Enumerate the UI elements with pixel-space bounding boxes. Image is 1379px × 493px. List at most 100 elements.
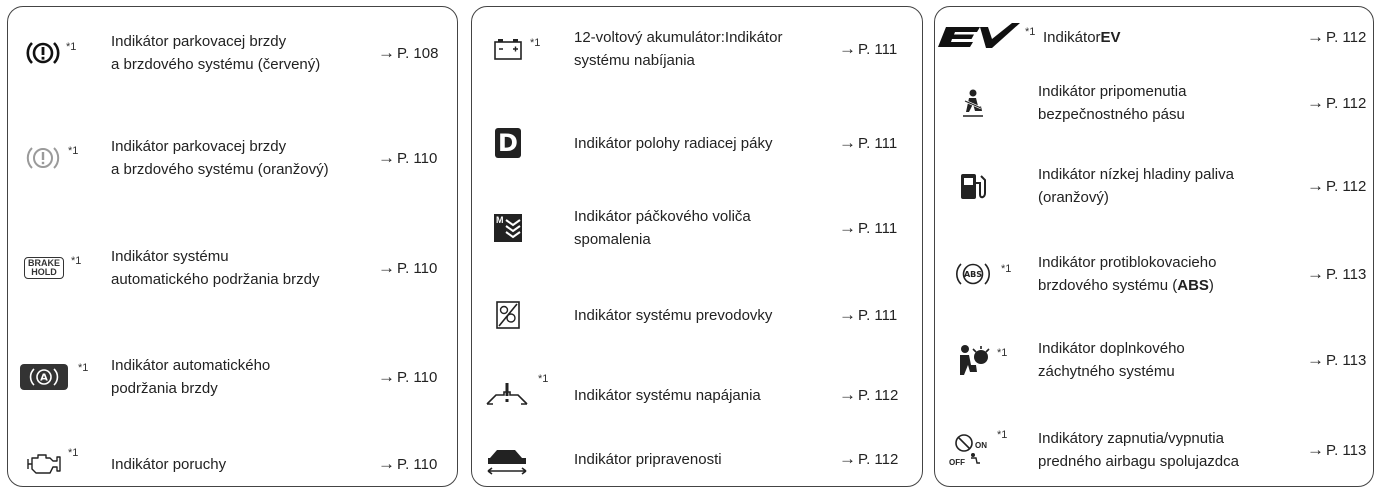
arrow-right-icon: → [1307,350,1324,369]
passenger-airbag-on-off-icon: ON OFF [947,415,999,485]
arrow-right-icon: → [1307,27,1324,46]
indicator-label: Indikátor doplnkového záchytného systému [1038,340,1185,380]
page-reference[interactable]: → P. 111 [839,113,897,173]
indicator-label: Indikátor systému napájania [574,386,761,404]
svg-text:ABS: ABS [964,270,982,279]
arrow-right-icon: → [378,454,395,473]
ev-icon [935,17,1023,57]
arrow-right-icon: → [378,258,395,277]
power-system-icon [480,363,534,427]
list-item: *1 Indikátor parkovacej brzdy a brzdovéh… [8,19,457,87]
list-item: Indikátor pripravenosti → P. 112 [472,437,922,481]
page-reference[interactable]: → P. 113 [1307,239,1366,309]
indicator-label: Indikátor systému automatického podržani… [111,248,320,288]
arrow-right-icon: → [839,449,856,468]
arrow-right-icon: → [378,43,395,62]
page-reference[interactable]: → P. 111 [839,283,897,347]
indicator-label: Indikátor poruchy [111,455,227,473]
footnote-marker: *1 [1025,26,1036,38]
seatbelt-reminder-icon [953,71,993,135]
footnote-marker: *1 [538,373,549,385]
shift-position-d-icon: D [488,113,528,173]
indicator-label: Indikátor pripravenosti [574,450,722,468]
arrow-right-icon: → [1307,93,1324,112]
ready-car-icon [482,437,532,481]
svg-text:A: A [40,373,48,384]
indicator-label: Indikátory zapnutia/vypnutia predného ai… [1038,430,1239,470]
page-reference[interactable]: → P. 112 [839,363,898,427]
page-reference[interactable]: → P. 108 [378,19,438,87]
indicator-label: Indikátor systému prevodovky [574,306,773,324]
arrow-right-icon: → [839,385,856,404]
arrow-right-icon: → [378,148,395,167]
indicator-panel-middle: *1 12-voltový akumulátor:Indikátor systé… [471,6,923,487]
footnote-marker: *1 [68,145,79,157]
list-item: D Indikátor polohy radiacej páky → P. 111 [472,113,922,173]
footnote-marker: *1 [1001,263,1012,275]
list-item: *1 Indikátor doplnkového záchytného syst… [935,325,1373,395]
page-reference[interactable]: → P. 110 [378,118,437,198]
indicator-label: Indikátor pripomenutia bezpečnostného pá… [1038,83,1187,123]
footnote-marker: *1 [71,255,82,267]
arrow-right-icon: → [378,367,395,386]
page-reference[interactable]: → P. 113 [1307,325,1366,395]
engine-malfunction-icon [20,442,66,486]
transmission-system-icon [488,283,528,347]
list-item: A *1 Indikátor automatického podržania b… [8,337,457,417]
list-item: *1 Indikátor EV → P. 112 [935,17,1373,57]
indicator-label: Indikátor parkovacej brzdy a brzdového s… [111,33,321,73]
list-item: ABS *1 Indikátor protiblokovacieho brzdo… [935,239,1373,309]
deceleration-selector-icon: M [488,193,528,263]
page-reference[interactable]: → P. 110 [378,337,437,417]
list-item: Indikátor nízkej hladiny paliva (oranžov… [935,151,1373,221]
footnote-marker: *1 [66,41,77,53]
list-item: Indikátor pripomenutia bezpečnostného pá… [935,71,1373,135]
indicator-label: Indikátor polohy radiacej páky [574,134,773,152]
arrow-right-icon: → [839,39,856,58]
indicator-label: Indikátor páčkového voliča spomalenia [574,208,751,248]
indicator-label: Indikátor automatického podržania brzdy [111,357,271,397]
indicator-label: Indikátor protiblokovacieho brzdového sy… [1038,254,1217,294]
arrow-right-icon: → [1307,264,1324,283]
page-reference[interactable]: → P. 112 [839,437,898,481]
arrow-right-icon: → [839,133,856,152]
list-item: M Indikátor páčkového voliča spomalenia … [472,193,922,263]
indicator-label: Indikátor nízkej hladiny paliva (oranžov… [1038,166,1234,206]
arrow-right-icon: → [1307,176,1324,195]
indicator-label: Indikátor EV [1043,28,1121,46]
airbag-srs-icon [951,325,995,395]
indicator-panel-left: *1 Indikátor parkovacej brzdy a brzdovéh… [7,6,458,487]
list-item: *1 Indikátor parkovacej brzdy a brzdovéh… [8,118,457,198]
page-reference[interactable]: → P. 112 [1307,17,1366,57]
abs-icon: ABS [951,239,995,309]
arrow-right-icon: → [839,305,856,324]
footnote-marker: *1 [997,429,1008,441]
list-item: ON OFF *1 Indikátory zapnutia/vypnutia p… [935,415,1373,485]
page-reference[interactable]: → P. 112 [1307,151,1366,221]
page-reference[interactable]: → P. 113 [1307,415,1366,485]
page-reference[interactable]: → P. 110 [378,228,437,308]
list-item: *1 Indikátor systému napájania → P. 112 [472,363,922,427]
brake-system-red-icon [22,19,64,87]
list-item: *1 Indikátor poruchy → P. 110 [8,442,457,486]
low-fuel-icon [953,151,993,221]
footnote-marker: *1 [78,362,89,374]
list-item: Indikátor systému prevodovky → P. 111 [472,283,922,347]
list-item: *1 12-voltový akumulátor:Indikátor systé… [472,15,922,83]
battery-icon [488,15,528,83]
indicator-label: Indikátor parkovacej brzdy a brzdového s… [111,138,329,178]
page-reference[interactable]: → P. 110 [378,442,437,486]
indicator-panel-right: *1 Indikátor EV → P. 112 Indikátor pripom… [934,6,1374,487]
brake-system-amber-icon [22,118,64,198]
auto-brake-hold-icon: A [18,337,70,417]
indicator-label: 12-voltový akumulátor:Indikátor systému … [574,29,783,69]
list-item: BRAKE HOLD *1 Indikátor systému automati… [8,228,457,308]
footnote-marker: *1 [530,37,541,49]
footnote-marker: *1 [68,447,79,459]
page-reference[interactable]: → P. 111 [839,193,897,263]
arrow-right-icon: → [839,218,856,237]
footnote-marker: *1 [997,347,1008,359]
brake-hold-icon: BRAKE HOLD [18,228,70,308]
page-reference[interactable]: → P. 112 [1307,71,1366,135]
page-reference[interactable]: → P. 111 [839,15,897,83]
